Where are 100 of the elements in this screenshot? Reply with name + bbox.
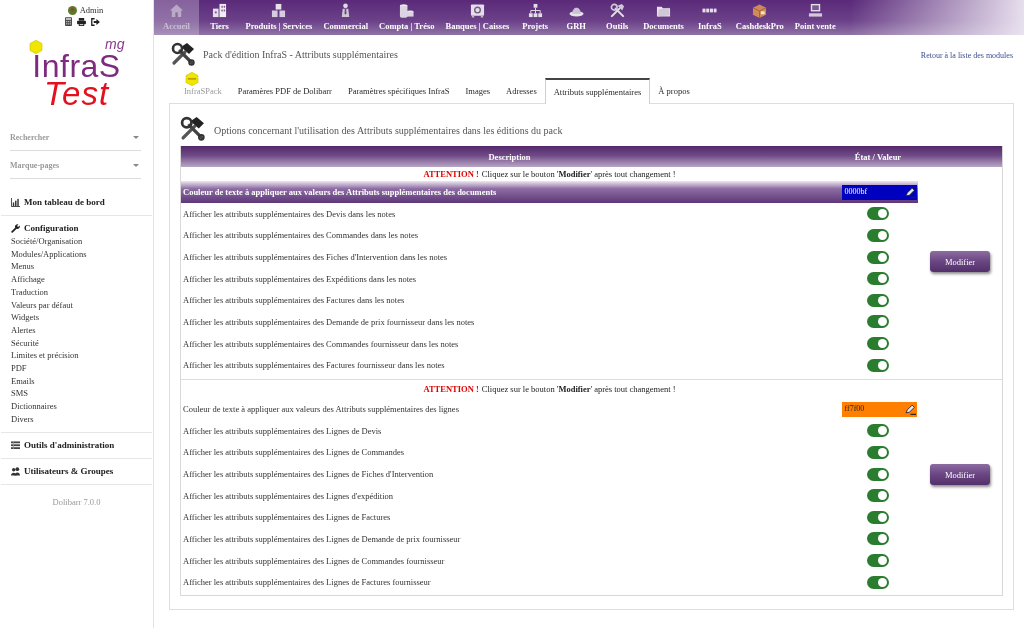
- option-label: Afficher les attributs supplémentaires des Commandes dans les notes: [182, 230, 419, 241]
- option-label: Afficher les attributs supplémentaires des Demande de prix fournisseur dans les notes: [182, 316, 476, 327]
- modify-button[interactable]: Modifier: [930, 464, 990, 485]
- top-menu-item[interactable]: Outils: [596, 0, 638, 35]
- tab[interactable]: Paramères PDF de Dolibarr: [229, 78, 340, 103]
- menu-heading[interactable]: Outils d'administration: [11, 438, 142, 452]
- option-label: Afficher les attributs supplémentaires des Lignes de Demande de prix fournisseur: [182, 533, 462, 544]
- caret-icon: [133, 163, 139, 167]
- menu-item[interactable]: Valeurs par défaut: [11, 298, 142, 312]
- menu-item[interactable]: Widgets: [11, 311, 142, 324]
- column-header: Description: [487, 151, 532, 162]
- menu-item[interactable]: PDF: [11, 362, 142, 375]
- top-menu-item[interactable]: Documents: [637, 0, 690, 35]
- boxes-icon: [271, 3, 287, 18]
- toggle-switch[interactable]: [867, 554, 889, 568]
- option-label: Afficher les attributs supplémentaires des Fiches d'Intervention dans les notes: [182, 252, 449, 263]
- panel-title: Options concernant l'utilisation des Attributs supplémentaires dans les éditions du pack: [214, 125, 563, 136]
- menu-item[interactable]: Menus: [11, 260, 142, 274]
- toggle-switch[interactable]: [867, 575, 889, 589]
- toggle-switch[interactable]: [867, 467, 889, 481]
- color-field[interactable]: ff7f00: [841, 401, 917, 417]
- version-label: Dolibarr 7.0.0: [51, 495, 102, 509]
- calculator-icon[interactable]: [65, 17, 72, 26]
- toggle-switch[interactable]: [867, 272, 889, 286]
- toggle-switch[interactable]: [867, 358, 889, 372]
- toggle-switch[interactable]: [867, 532, 889, 546]
- toggle-switch[interactable]: [867, 228, 889, 242]
- option-label: Afficher les attributs supplémentaires des Lignes de Factures: [182, 512, 392, 523]
- hierarchy-icon: [527, 3, 543, 18]
- toggle-switch[interactable]: [867, 293, 889, 307]
- option-label: Afficher les attributs supplémentaires des Lignes de Commandes: [182, 447, 406, 458]
- menu-item[interactable]: Sécurité: [11, 336, 142, 350]
- buildings-icon: [212, 3, 227, 18]
- menu-heading[interactable]: Utilisateurs & Groupes: [11, 464, 142, 478]
- top-menu-item[interactable]: Banques | Caisses: [439, 0, 515, 35]
- house-icon: [169, 3, 184, 18]
- tools-icon: [180, 116, 205, 141]
- toggle-switch[interactable]: [867, 315, 889, 329]
- option-label: Afficher les attributs supplémentaires des Lignes de Commandes fournisseur: [182, 555, 446, 566]
- setting-label: Couleur de texte à appliquer aux valeurs des Attributs supplémentaires des lignes: [182, 404, 460, 414]
- option-label: Afficher les attributs supplémentaires des Expéditions dans les notes: [182, 273, 418, 284]
- menu-heading[interactable]: Mon tableau de bord: [11, 196, 142, 209]
- top-menu-item[interactable]: Projets: [514, 0, 556, 35]
- menu-item[interactable]: Traduction: [11, 285, 142, 299]
- setting-label: Couleur de texte à appliquer aux valeurs des Attributs supplémentaires des documents: [182, 187, 498, 197]
- top-menu-item[interactable]: InfraS: [689, 0, 731, 35]
- top-menu-item[interactable]: CashdeskPro: [730, 0, 790, 35]
- warning-label: ATTENTION !: [423, 169, 479, 179]
- page-title: Pack d'édition InfraS - Attributs supplémentaires: [203, 48, 398, 60]
- users-icon: [11, 466, 20, 476]
- toggle-switch[interactable]: [867, 207, 889, 221]
- bar-chart-icon: [11, 198, 20, 207]
- pencil-icon[interactable]: [904, 186, 916, 198]
- menu-item[interactable]: Alertes: [11, 323, 142, 337]
- user-name[interactable]: Admin: [79, 5, 104, 16]
- logo-title: InfraS: [32, 53, 121, 80]
- toggle-switch[interactable]: [867, 489, 889, 503]
- pencil-icon[interactable]: [904, 403, 916, 415]
- menu-item[interactable]: Société/Organisation: [11, 235, 142, 248]
- safe-icon: [469, 3, 485, 18]
- menu-item[interactable]: Dictionnaires: [11, 400, 142, 413]
- top-menu-item[interactable]: Point vente: [789, 0, 842, 35]
- option-label: Afficher les attributs supplémentaires des Lignes de Devis: [182, 425, 383, 436]
- menu-item[interactable]: Divers: [11, 412, 142, 426]
- modify-button[interactable]: Modifier: [930, 251, 990, 272]
- tab[interactable]: Attributs supplémentaires: [544, 78, 651, 104]
- hexagon-icon: [182, 72, 202, 86]
- menu-item[interactable]: Affichage: [11, 273, 142, 286]
- top-menu-item[interactable]: Compta | Tréso: [373, 0, 440, 35]
- back-link[interactable]: Retour à la liste des modules: [920, 51, 1013, 60]
- coins-icon: [399, 3, 415, 18]
- color-field[interactable]: 0000bf: [841, 184, 917, 200]
- tab[interactable]: Adresses: [498, 78, 545, 103]
- option-label: Afficher les attributs supplémentaires des Lignes de Factures fournisseur: [182, 577, 432, 588]
- toggle-switch[interactable]: [867, 445, 889, 459]
- tab[interactable]: À propos: [650, 78, 698, 103]
- option-label: Afficher les attributs supplémentaires des Devis dans les notes: [182, 208, 397, 219]
- toggle-switch[interactable]: [867, 337, 889, 351]
- logout-icon[interactable]: [91, 17, 100, 26]
- top-menu-item[interactable]: Produits | Services: [240, 0, 318, 35]
- menu-heading[interactable]: Configuration: [11, 222, 142, 235]
- caret-icon: [133, 135, 139, 139]
- menu-item[interactable]: Emails: [11, 374, 142, 388]
- menu-item[interactable]: Limites et précision: [11, 349, 142, 363]
- warning-label: ATTENTION !: [423, 384, 479, 394]
- top-menu-item[interactable]: Tiers: [199, 0, 240, 35]
- top-menu-item[interactable]: Commercial: [317, 0, 374, 35]
- option-label: Afficher les attributs supplémentaires des Factures fournisseur dans les notes: [182, 360, 446, 371]
- toggle-switch[interactable]: [867, 424, 889, 438]
- top-menu-item[interactable]: GRH: [555, 0, 597, 35]
- menu-item[interactable]: Modules/Applications: [11, 247, 142, 261]
- toggle-switch[interactable]: [867, 510, 889, 524]
- avatar-icon: [67, 6, 77, 15]
- computer-icon: [807, 3, 823, 18]
- logo-subtitle: Test: [43, 80, 110, 108]
- menu-item[interactable]: SMS: [11, 387, 142, 401]
- toggle-switch[interactable]: [867, 250, 889, 264]
- printer-icon[interactable]: [77, 17, 86, 26]
- tab[interactable]: Images: [457, 78, 498, 103]
- tab[interactable]: Paramètres spécifiques InfraS: [339, 78, 458, 103]
